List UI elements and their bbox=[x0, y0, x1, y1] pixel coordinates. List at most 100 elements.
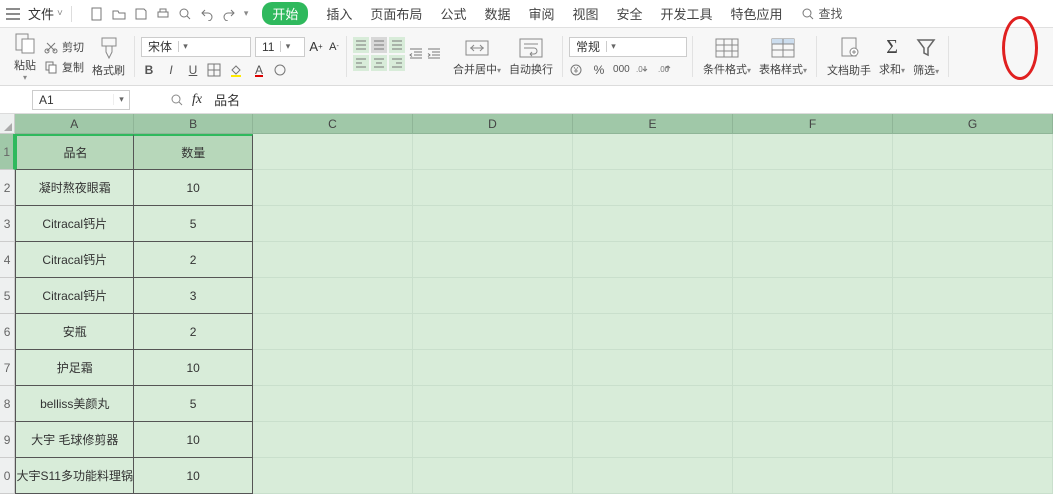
print-preview-icon[interactable] bbox=[178, 7, 192, 21]
cell[interactable] bbox=[253, 134, 413, 170]
col-header-a[interactable]: A bbox=[15, 114, 134, 134]
cell[interactable] bbox=[253, 314, 413, 350]
col-header-g[interactable]: G bbox=[893, 114, 1053, 134]
tab-special[interactable]: 特色应用 bbox=[731, 4, 783, 23]
decrease-indent-icon[interactable] bbox=[409, 47, 423, 61]
cell[interactable] bbox=[893, 314, 1053, 350]
merge-center-button[interactable]: 合并居中▾ bbox=[449, 28, 505, 85]
redo-icon[interactable] bbox=[222, 7, 236, 21]
row-header[interactable]: 4 bbox=[0, 242, 15, 278]
row-header[interactable]: 3 bbox=[0, 206, 15, 242]
cell[interactable] bbox=[573, 134, 733, 170]
row-header[interactable]: 5 bbox=[0, 278, 15, 314]
font-name-combo[interactable]: 宋体▾ bbox=[141, 37, 251, 57]
font-color-icon[interactable]: A bbox=[251, 63, 267, 77]
filter-button[interactable]: 筛选▾ bbox=[909, 28, 943, 85]
cell[interactable]: 护足霜 bbox=[15, 350, 134, 386]
cell[interactable] bbox=[573, 206, 733, 242]
cell[interactable] bbox=[893, 206, 1053, 242]
fx-icon[interactable]: fx bbox=[192, 92, 202, 108]
row-header[interactable]: 9 bbox=[0, 422, 15, 458]
cell[interactable] bbox=[413, 170, 573, 206]
cell[interactable]: 5 bbox=[134, 386, 253, 422]
cell[interactable] bbox=[573, 422, 733, 458]
cell[interactable] bbox=[733, 242, 893, 278]
cell[interactable]: 10 bbox=[134, 422, 253, 458]
tab-page-layout[interactable]: 页面布局 bbox=[370, 4, 422, 23]
row-header[interactable]: 7 bbox=[0, 350, 15, 386]
cell[interactable] bbox=[893, 242, 1053, 278]
tab-data[interactable]: 数据 bbox=[484, 4, 510, 23]
row-header[interactable]: 0 bbox=[0, 458, 15, 494]
expand-icon[interactable] bbox=[170, 93, 184, 107]
row-header[interactable]: 1 bbox=[0, 134, 15, 170]
cell[interactable]: 10 bbox=[134, 350, 253, 386]
tab-start[interactable]: 开始 bbox=[262, 2, 308, 25]
cell[interactable]: Citracal钙片 bbox=[15, 242, 134, 278]
underline-icon[interactable]: U bbox=[185, 63, 201, 77]
sum-button[interactable]: Σ 求和▾ bbox=[875, 28, 909, 85]
cell[interactable]: 5 bbox=[134, 206, 253, 242]
name-box[interactable]: A1 ▾ bbox=[32, 90, 130, 110]
wrap-text-button[interactable]: 自动换行 bbox=[505, 28, 557, 85]
search-box[interactable]: 查找 bbox=[801, 5, 843, 22]
cell[interactable] bbox=[893, 170, 1053, 206]
fill-color-icon[interactable] bbox=[229, 63, 245, 77]
cell[interactable] bbox=[893, 422, 1053, 458]
cell[interactable] bbox=[413, 134, 573, 170]
cell[interactable] bbox=[573, 386, 733, 422]
copy-button[interactable]: 复制 bbox=[44, 59, 84, 75]
tab-dev-tools[interactable]: 开发工具 bbox=[661, 4, 713, 23]
cell[interactable]: Citracal钙片 bbox=[15, 278, 134, 314]
cell[interactable] bbox=[413, 458, 573, 494]
cell[interactable] bbox=[733, 134, 893, 170]
cell[interactable] bbox=[893, 458, 1053, 494]
tab-insert[interactable]: 插入 bbox=[326, 4, 352, 23]
increase-decimal-icon[interactable]: .0 bbox=[635, 63, 651, 77]
cell[interactable] bbox=[253, 206, 413, 242]
undo-icon[interactable] bbox=[200, 7, 214, 21]
cell[interactable] bbox=[733, 170, 893, 206]
file-menu[interactable]: 文件 ˅ bbox=[28, 4, 63, 23]
row-header[interactable]: 6 bbox=[0, 314, 15, 350]
cell[interactable] bbox=[253, 278, 413, 314]
percent-icon[interactable]: % bbox=[591, 63, 607, 77]
cell[interactable]: 3 bbox=[134, 278, 253, 314]
number-format-combo[interactable]: 常规▾ bbox=[569, 37, 687, 57]
cell[interactable]: belliss美颜丸 bbox=[15, 386, 134, 422]
cell[interactable] bbox=[413, 278, 573, 314]
cell[interactable] bbox=[413, 314, 573, 350]
col-header-e[interactable]: E bbox=[573, 114, 733, 134]
cell[interactable] bbox=[893, 278, 1053, 314]
currency-icon[interactable]: ¥ bbox=[569, 63, 585, 77]
cell[interactable] bbox=[733, 350, 893, 386]
cell[interactable]: 品名 bbox=[15, 134, 134, 170]
align-grid[interactable] bbox=[353, 37, 405, 71]
cut-button[interactable]: 剪切 bbox=[44, 39, 84, 55]
cell[interactable] bbox=[253, 386, 413, 422]
cell[interactable] bbox=[253, 422, 413, 458]
increase-indent-icon[interactable] bbox=[427, 47, 441, 61]
cell[interactable]: 2 bbox=[134, 242, 253, 278]
cell[interactable] bbox=[733, 278, 893, 314]
open-icon[interactable] bbox=[112, 7, 126, 21]
cell[interactable]: 2 bbox=[134, 314, 253, 350]
tab-review[interactable]: 审阅 bbox=[528, 4, 554, 23]
cell[interactable]: 凝时熬夜眼霜 bbox=[15, 170, 134, 206]
cell[interactable] bbox=[573, 170, 733, 206]
cell[interactable]: 10 bbox=[134, 458, 253, 494]
cell[interactable] bbox=[573, 350, 733, 386]
cell[interactable] bbox=[733, 422, 893, 458]
comma-icon[interactable]: 000 bbox=[613, 64, 629, 75]
hamburger-icon[interactable] bbox=[6, 8, 24, 20]
cell[interactable] bbox=[893, 134, 1053, 170]
cell[interactable] bbox=[733, 206, 893, 242]
cell[interactable] bbox=[413, 422, 573, 458]
cell[interactable] bbox=[413, 350, 573, 386]
paste-button[interactable]: 粘贴▾ bbox=[10, 28, 40, 85]
doc-helper-button[interactable]: 文档助手 bbox=[823, 28, 875, 85]
col-header-d[interactable]: D bbox=[413, 114, 573, 134]
tab-formula[interactable]: 公式 bbox=[440, 4, 466, 23]
save-icon[interactable] bbox=[134, 7, 148, 21]
italic-icon[interactable]: I bbox=[163, 63, 179, 77]
